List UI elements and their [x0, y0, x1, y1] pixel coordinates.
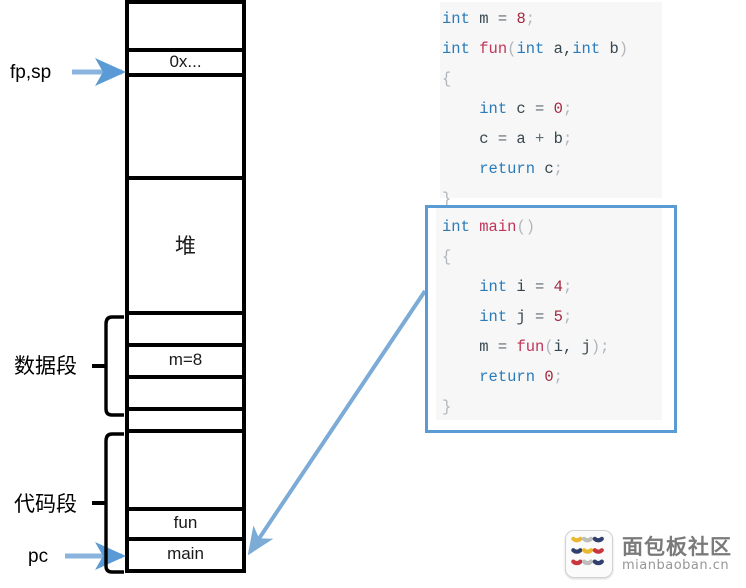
code-line: return c;: [479, 160, 563, 178]
code-cell-fun-label: fun: [173, 513, 198, 532]
label-data-segment: 数据段: [14, 355, 77, 378]
code-line: int fun(int a,int b): [442, 40, 629, 58]
stack-return-address-cell: 0x...: [125, 52, 246, 77]
stack-return-address-label: 0x...: [169, 51, 202, 71]
heap-region-label: 堆: [175, 234, 196, 258]
data-cell-bottom: [125, 411, 246, 433]
main-highlight-box: [425, 205, 677, 433]
stack-empty-top-cell: [125, 0, 246, 52]
code-line: int m = 8;: [442, 10, 536, 28]
code-cell-fun: fun: [125, 511, 246, 541]
code-line: int c = 0;: [479, 100, 573, 118]
code-cell-free: [125, 433, 246, 511]
code-cell-main-label: main: [167, 544, 204, 563]
stack-free-region-cell: [125, 77, 246, 180]
code-line: {: [442, 70, 452, 88]
label-fp-sp: fp,sp: [10, 62, 52, 83]
code-block-fun: int m = 8; int fun(int a,int b) { int c = …: [440, 2, 662, 208]
data-cell-lower: [125, 379, 246, 411]
data-segment-bracket: [92, 315, 124, 417]
code-cell-main: main: [125, 541, 246, 573]
diagram-canvas: { "diagram": { "title": "Process memory …: [0, 0, 746, 588]
watermark-en: mianbaoban.cn: [622, 557, 730, 573]
label-code-segment: 代码段: [14, 493, 77, 516]
memory-layout-column: 0x... 堆 m=8 fun main: [125, 0, 246, 573]
site-logo-icon: [565, 530, 613, 578]
watermark: 面包板社区 mianbaoban.cn: [565, 528, 737, 580]
code-line: c = a + b;: [442, 130, 573, 148]
data-cell-global-m: m=8: [125, 347, 246, 379]
data-cell-global-m-label: m=8: [168, 350, 203, 369]
watermark-text: 面包板社区 mianbaoban.cn: [622, 536, 732, 573]
code-segment-bracket: [92, 432, 124, 574]
label-pc: pc: [28, 546, 49, 567]
watermark-cn: 面包板社区: [622, 534, 732, 559]
heap-region-cell: 堆: [125, 180, 246, 315]
main-to-code-cell-connector: [247, 289, 427, 556]
data-cell-upper: [125, 315, 246, 347]
